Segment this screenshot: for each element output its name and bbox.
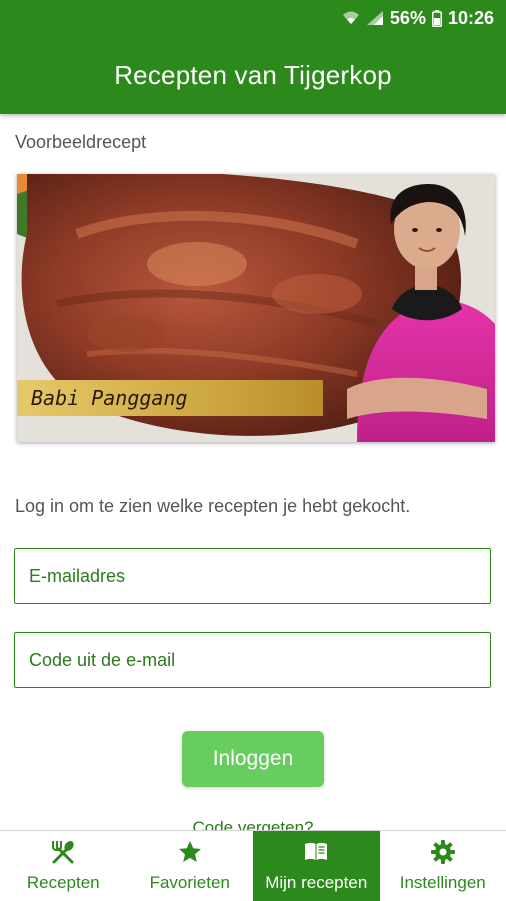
example-recipe-label: Voorbeeldrecept bbox=[15, 132, 146, 153]
login-hint: Log in om te zien welke recepten je hebt… bbox=[15, 496, 410, 517]
clock: 10:26 bbox=[448, 8, 494, 29]
app-bar: Recepten van Tijgerkop bbox=[0, 36, 506, 114]
gear-icon bbox=[430, 839, 456, 865]
example-recipe-image[interactable]: Babi Panggang bbox=[17, 174, 495, 442]
book-icon bbox=[303, 839, 329, 865]
login-button[interactable]: Inloggen bbox=[182, 731, 324, 787]
forgot-code-link[interactable]: Code vergeten? bbox=[0, 818, 506, 830]
recipe-caption: Babi Panggang bbox=[17, 380, 323, 416]
battery-icon bbox=[432, 10, 442, 27]
nav-item-instellingen[interactable]: Instellingen bbox=[380, 831, 506, 901]
nav-item-mijn-recepten[interactable]: Mijn recepten bbox=[253, 831, 380, 901]
app-title: Recepten van Tijgerkop bbox=[114, 60, 392, 91]
nav-label-mijn-recepten: Mijn recepten bbox=[265, 873, 367, 893]
nav-label-favorieten: Favorieten bbox=[150, 873, 230, 893]
wifi-icon bbox=[342, 10, 360, 26]
nav-label-recepten: Recepten bbox=[27, 873, 100, 893]
signal-icon bbox=[366, 10, 384, 26]
code-field[interactable] bbox=[14, 632, 491, 688]
star-icon bbox=[177, 839, 203, 865]
main-content: Voorbeeldrecept bbox=[0, 114, 506, 830]
bottom-navigation: Recepten Favorieten Mijn recepten Instel… bbox=[0, 830, 506, 901]
nav-item-recepten[interactable]: Recepten bbox=[0, 831, 127, 901]
nav-item-favorieten[interactable]: Favorieten bbox=[127, 831, 254, 901]
email-field[interactable] bbox=[14, 548, 491, 604]
utensils-icon bbox=[50, 839, 76, 865]
status-bar: 56% 10:26 bbox=[0, 0, 506, 36]
battery-percentage: 56% bbox=[390, 8, 426, 29]
nav-label-instellingen: Instellingen bbox=[400, 873, 486, 893]
